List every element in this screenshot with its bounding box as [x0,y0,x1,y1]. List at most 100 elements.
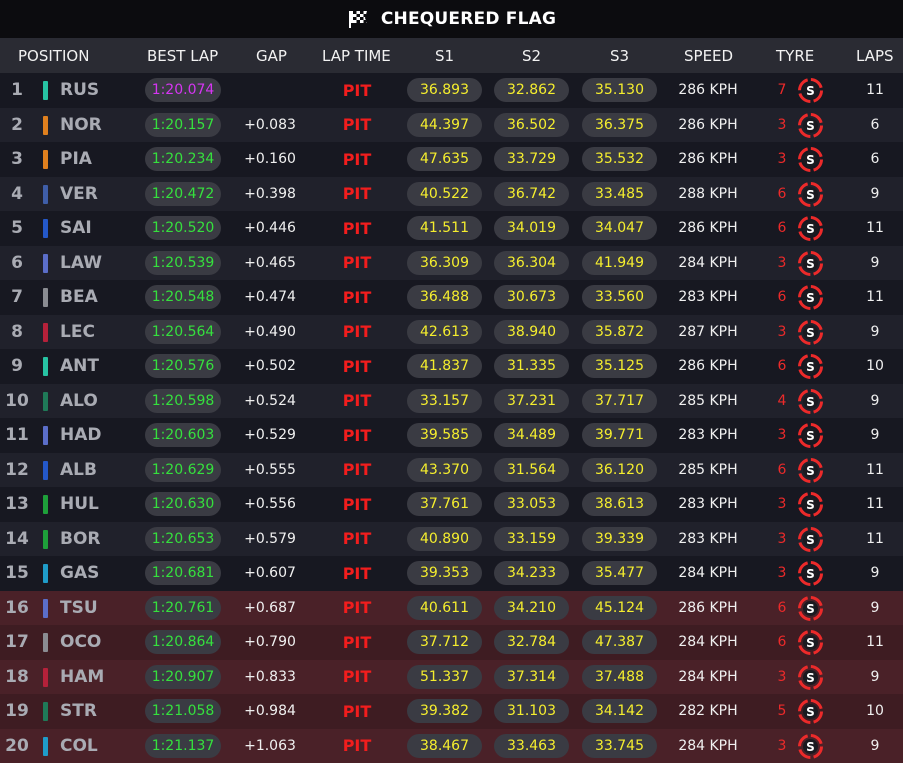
header-tyre[interactable]: TYRE [776,47,814,65]
driver-code: TSU [60,597,98,618]
sector-1-time: 47.635 [407,147,482,171]
tyre-age: 6 [777,599,787,616]
sector-2-time: 32.784 [494,630,569,654]
header-s1[interactable]: S1 [435,47,454,65]
gap-value: +0.398 [244,185,296,202]
table-row[interactable]: 20 COL 1:21.137 +1.063 PIT 38.467 33.463… [0,728,903,763]
best-lap-time: 1:20.603 [145,423,221,447]
speed-value: 286 KPH [678,82,738,99]
tyre-age: 3 [777,668,787,685]
table-row[interactable]: 15 GAS 1:20.681 +0.607 PIT 39.353 34.233… [0,556,903,591]
header-s2[interactable]: S2 [522,47,541,65]
sector-2-time: 31.335 [494,354,569,378]
sector-3-time: 35.477 [582,561,657,585]
table-row[interactable]: 18 HAM 1:20.907 +0.833 PIT 51.337 37.314… [0,659,903,694]
table-row[interactable]: 14 BOR 1:20.653 +0.579 PIT 40.890 33.159… [0,521,903,556]
tyre-age: 6 [777,220,787,237]
tyre-age: 6 [777,634,787,651]
soft-tyre-icon: S [798,664,823,690]
tyre-age: 6 [777,185,787,202]
laps-count: 6 [870,116,880,133]
table-row[interactable]: 5 SAI 1:20.520 +0.446 PIT 41.511 34.019 … [0,211,903,246]
soft-tyre-icon: S [798,630,823,655]
table-row[interactable]: 6 LAW 1:20.539 +0.465 PIT 36.309 36.304 … [0,245,903,280]
speed-value: 284 KPH [678,565,738,582]
speed-value: 285 KPH [678,392,738,409]
table-row[interactable]: 8 LEC 1:20.564 +0.490 PIT 42.613 38.940 … [0,314,903,349]
header-s3[interactable]: S3 [610,47,629,65]
tyre-compound: S [806,533,815,547]
table-row[interactable]: 10 ALO 1:20.598 +0.524 PIT 33.157 37.231… [0,383,903,418]
team-color-bar [43,81,48,100]
team-color-bar [43,633,48,652]
sector-3-time: 39.771 [582,423,657,447]
team-color-bar [43,667,48,687]
tyre-age: 3 [777,737,787,754]
table-row[interactable]: 19 STR 1:21.058 +0.984 PIT 39.382 31.103… [0,694,903,729]
table-row[interactable]: 3 PIA 1:20.234 +0.160 PIT 47.635 33.729 … [0,142,903,177]
soft-tyre-icon: S [798,492,823,517]
laps-count: 6 [870,151,880,168]
laps-count: 11 [866,82,884,99]
laps-count: 11 [866,461,884,478]
sector-3-time: 38.613 [582,492,657,516]
sector-2-time: 33.729 [494,147,569,171]
tyre-age: 3 [777,565,787,582]
soft-tyre-icon: S [798,216,823,241]
sector-2-time: 31.103 [494,699,569,723]
team-color-bar [43,391,48,411]
sector-3-time: 35.872 [582,319,657,344]
tyre-compound: S [806,705,815,719]
laps-count: 11 [866,220,884,237]
best-lap-time: 1:20.472 [145,181,221,206]
best-lap-time: 1:20.653 [145,526,221,551]
driver-code: ALO [60,390,98,411]
table-row[interactable]: 9 ANT 1:20.576 +0.502 PIT 41.837 31.335 … [0,349,903,384]
team-color-bar [43,564,48,583]
header-position[interactable]: POSITION [18,47,89,65]
best-lap-time: 1:20.548 [145,285,221,309]
team-color-bar [43,460,48,480]
header-speed[interactable]: SPEED [684,47,733,65]
title-bar: CHEQUERED FLAG [0,0,903,38]
sector-2-time: 36.742 [494,181,569,206]
driver-code: LAW [60,252,102,273]
header-laps[interactable]: LAPS [856,47,894,65]
team-color-bar [43,736,48,756]
header-lap-time[interactable]: LAP TIME [322,47,391,65]
table-row[interactable]: 16 TSU 1:20.761 +0.687 PIT 40.611 34.210… [0,590,903,625]
tyre-compound: S [806,153,815,167]
sector-1-time: 44.397 [407,112,482,137]
table-row[interactable]: 11 HAD 1:20.603 +0.529 PIT 39.585 34.489… [0,418,903,453]
table-row[interactable]: 17 OCO 1:20.864 +0.790 PIT 37.712 32.784… [0,625,903,660]
header-gap[interactable]: GAP [256,47,287,65]
sector-1-time: 41.837 [407,354,482,378]
position-number: 16 [5,597,29,618]
position-number: 4 [11,183,23,204]
position-number: 10 [5,390,29,411]
soft-tyre-icon: S [798,561,823,586]
table-row[interactable]: 1 RUS 1:20.074 PIT 36.893 32.862 35.130 … [0,73,903,108]
table-row[interactable]: 7 BEA 1:20.548 +0.474 PIT 36.488 30.673 … [0,280,903,315]
team-color-bar [43,219,48,238]
gap-value: +0.790 [244,634,296,651]
team-color-bar [43,357,48,376]
sector-3-time: 35.532 [582,147,657,171]
soft-tyre-icon: S [798,285,823,310]
header-best-lap[interactable]: BEST LAP [147,47,218,65]
soft-tyre-icon: S [798,595,823,621]
driver-code: PIA [60,149,92,170]
table-row[interactable]: 12 ALB 1:20.629 +0.555 PIT 43.370 31.564… [0,452,903,487]
soft-tyre-icon: S [798,423,823,448]
driver-code: BEA [60,287,98,308]
sector-2-time: 34.489 [494,423,569,447]
sector-2-time: 33.053 [494,492,569,516]
table-row[interactable]: 2 NOR 1:20.157 +0.083 PIT 44.397 36.502 … [0,107,903,142]
table-row[interactable]: 13 HUL 1:20.630 +0.556 PIT 37.761 33.053… [0,487,903,522]
table-row[interactable]: 4 VER 1:20.472 +0.398 PIT 40.522 36.742 … [0,176,903,211]
tyre-compound: S [806,671,815,685]
driver-code: BOR [60,528,101,549]
sector-2-time: 34.210 [494,595,569,620]
laps-count: 9 [870,392,880,409]
gap-value: +1.063 [244,737,296,754]
